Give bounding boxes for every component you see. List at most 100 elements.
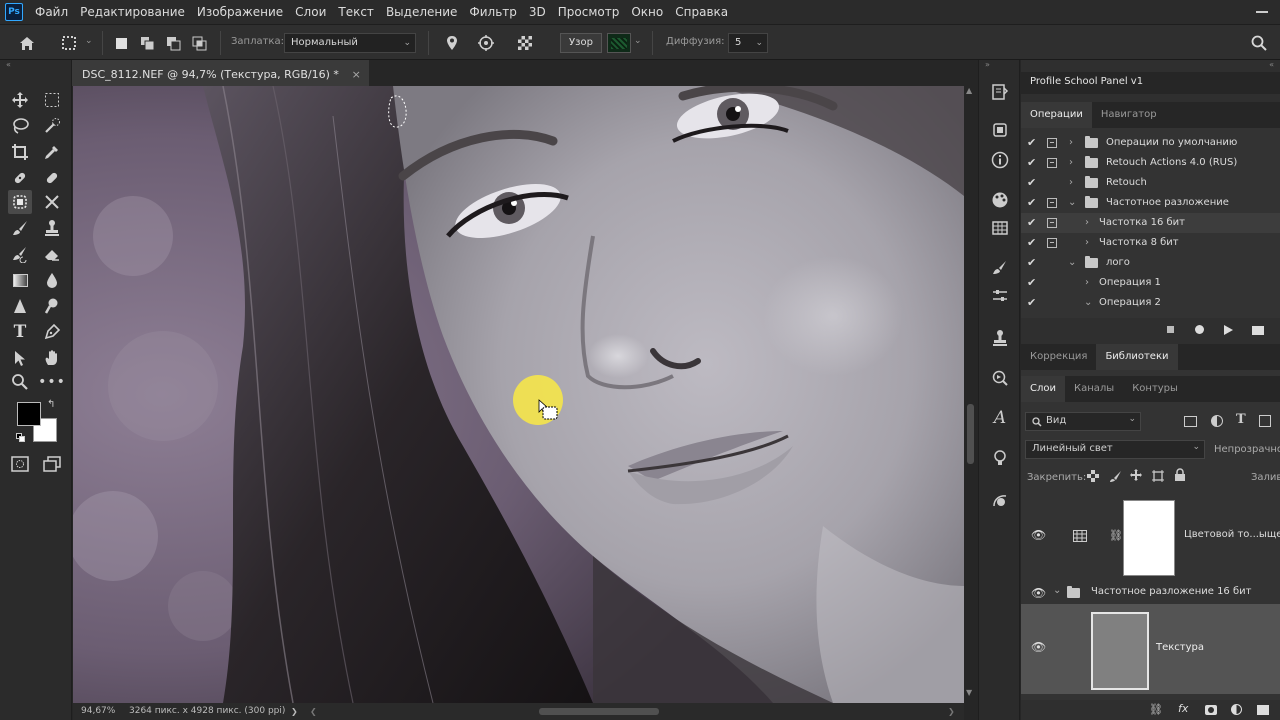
destination-button[interactable]	[475, 32, 497, 54]
chevron-down-icon[interactable]: ⌄	[1068, 253, 1076, 273]
menu-edit[interactable]: Редактирование	[74, 0, 191, 24]
chevron-down-icon[interactable]: ⌄	[1068, 193, 1076, 213]
foreground-color-swatch-top[interactable]	[17, 402, 41, 426]
use-pattern-button[interactable]: Узор	[560, 33, 602, 53]
lock-position-icon[interactable]	[1129, 468, 1143, 482]
action-set-row[interactable]: ✔ › Retouch	[1021, 173, 1280, 193]
properties-panel-button[interactable]	[988, 118, 1012, 142]
collapse-chevrons-icon[interactable]: «	[6, 60, 11, 69]
dialog-toggle-icon[interactable]	[1047, 238, 1057, 248]
default-colors-icon[interactable]	[16, 433, 25, 442]
chevron-right-icon[interactable]: ›	[1085, 273, 1089, 293]
check-icon[interactable]: ✔	[1027, 193, 1036, 213]
lasso-tool[interactable]	[8, 114, 32, 138]
new-adjustment-icon[interactable]	[1231, 704, 1242, 715]
menu-help[interactable]: Справка	[669, 0, 734, 24]
dialog-toggle-icon[interactable]	[1047, 198, 1057, 208]
burn-tool[interactable]	[40, 294, 64, 318]
action-row[interactable]: ✔ › Частотка 8 бит	[1021, 233, 1280, 253]
eyedropper-tool[interactable]	[40, 140, 64, 164]
layer-name[interactable]: Цветовой то...ыщенн	[1184, 529, 1280, 540]
lock-transparency-icon[interactable]	[1087, 470, 1099, 482]
play-icon[interactable]	[1224, 325, 1233, 335]
chevron-right-icon[interactable]: ›	[1069, 133, 1073, 153]
navigator-button[interactable]	[988, 366, 1012, 390]
stop-icon[interactable]	[1167, 326, 1174, 333]
menu-type[interactable]: Текст	[332, 0, 380, 24]
patch-tool[interactable]	[8, 190, 32, 214]
brush-tool[interactable]	[8, 216, 32, 240]
tab-paths[interactable]: Контуры	[1123, 376, 1187, 402]
scroll-left-icon[interactable]: ❮	[310, 703, 317, 720]
action-row-selected[interactable]: ✔ › Частотка 16 бит	[1021, 213, 1280, 233]
screen-mode-button[interactable]	[40, 452, 64, 476]
chevron-right-icon[interactable]: ›	[1085, 233, 1089, 253]
minimize-icon[interactable]	[1256, 11, 1268, 13]
chevron-down-icon[interactable]: ⌄	[634, 36, 642, 46]
chevron-right-icon[interactable]: ›	[1069, 153, 1073, 173]
shapes-panel-button[interactable]	[988, 488, 1012, 512]
zoom-level[interactable]: 94,67%	[81, 703, 115, 720]
brush-settings-button[interactable]	[988, 256, 1012, 280]
dialog-toggle-icon[interactable]	[1047, 138, 1057, 148]
history-brush-tool[interactable]	[8, 242, 32, 266]
layer-mask-thumbnail[interactable]	[1123, 500, 1175, 576]
chevron-right-icon[interactable]: ›	[1069, 173, 1073, 193]
opacity-label[interactable]: Непрозрачнос	[1214, 444, 1280, 455]
chevron-right-icon[interactable]: ›	[1085, 213, 1089, 233]
blur-tool[interactable]	[40, 268, 64, 292]
intersect-selection-button[interactable]	[188, 32, 210, 54]
dialog-toggle-icon[interactable]	[1047, 218, 1057, 228]
home-button[interactable]	[16, 32, 38, 54]
new-group-icon[interactable]	[1257, 705, 1269, 715]
lock-artboard-icon[interactable]	[1151, 469, 1165, 483]
add-mask-icon[interactable]	[1205, 705, 1217, 715]
layer-thumbnail[interactable]	[1091, 612, 1149, 690]
blend-mode-select[interactable]: Линейный свет ⌄	[1025, 440, 1205, 459]
color-panel-button[interactable]	[988, 188, 1012, 212]
type-tool[interactable]: T	[8, 320, 32, 344]
zoom-tool[interactable]	[8, 370, 32, 394]
info-panel-button[interactable]	[988, 148, 1012, 172]
path-select-tool[interactable]	[8, 346, 32, 370]
lock-pixels-icon[interactable]	[1109, 469, 1123, 483]
action-set-row[interactable]: ✔ › Операции по умолчанию	[1021, 133, 1280, 153]
document-canvas[interactable]	[73, 86, 964, 703]
tool-preset-picker[interactable]	[58, 32, 80, 54]
add-selection-button[interactable]	[136, 32, 158, 54]
check-icon[interactable]: ✔	[1027, 133, 1036, 153]
tab-layers[interactable]: Слои	[1021, 376, 1065, 402]
check-icon[interactable]: ✔	[1027, 213, 1036, 233]
tab-adjustments[interactable]: Коррекция	[1021, 344, 1096, 370]
vertical-scroll-thumb[interactable]	[967, 404, 974, 464]
layer-row-hue-saturation[interactable]: 👁 ⛓ Цветовой то...ыщенн	[1021, 494, 1280, 582]
chevron-down-icon[interactable]: ⌄	[1084, 293, 1092, 313]
marquee-tool[interactable]	[40, 88, 64, 112]
filter-shape-icon[interactable]	[1259, 415, 1271, 427]
tab-actions[interactable]: Операции	[1021, 102, 1092, 128]
diffusion-select[interactable]: 5 ⌄	[728, 33, 768, 53]
check-icon[interactable]: ✔	[1027, 153, 1036, 173]
patch-mode-select[interactable]: Нормальный ⌄	[284, 33, 416, 53]
fill-label[interactable]: Залив	[1251, 472, 1280, 483]
quick-mask-button[interactable]	[8, 452, 32, 476]
menu-image[interactable]: Изображение	[191, 0, 289, 24]
check-icon[interactable]: ✔	[1027, 173, 1036, 193]
status-arrow-icon[interactable]: ❯	[291, 703, 298, 720]
action-set-row[interactable]: ✔ ⌄ Частотное разложение	[1021, 193, 1280, 213]
scroll-up-icon[interactable]: ▲	[966, 86, 972, 95]
patch-tool-alt[interactable]	[40, 166, 64, 190]
close-icon[interactable]: ×	[352, 62, 361, 88]
menu-select[interactable]: Выделение	[380, 0, 463, 24]
fx-icon[interactable]: fx	[1178, 702, 1188, 715]
subtract-selection-button[interactable]	[162, 32, 184, 54]
content-aware-move-tool[interactable]	[40, 190, 64, 214]
filter-adjustment-icon[interactable]	[1211, 415, 1223, 427]
layer-filter-select[interactable]: Вид ⌄	[1025, 412, 1141, 431]
collapse-chevrons-icon[interactable]: «	[1269, 60, 1274, 69]
scroll-right-icon[interactable]: ❯	[948, 703, 955, 720]
eraser-tool[interactable]	[40, 242, 64, 266]
dialog-toggle-icon[interactable]	[1047, 158, 1057, 168]
link-layers-icon[interactable]: ⛓	[1149, 703, 1163, 716]
character-panel-button[interactable]: A	[988, 406, 1012, 430]
